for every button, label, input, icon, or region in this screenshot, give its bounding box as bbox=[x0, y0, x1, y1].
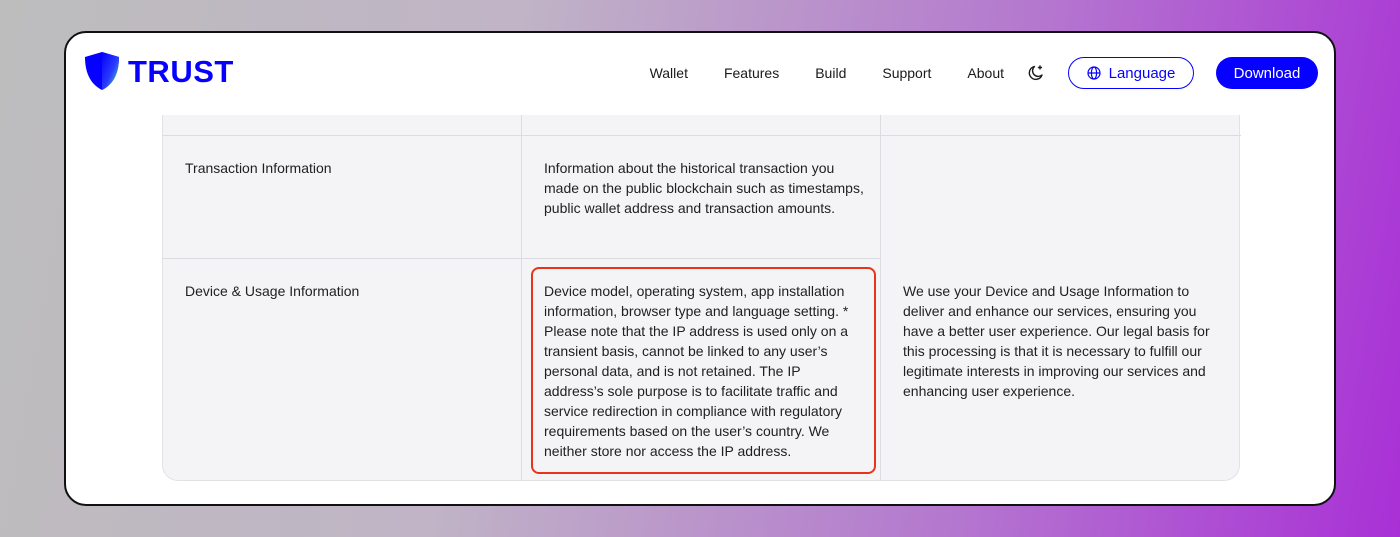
row-divider bbox=[163, 258, 880, 259]
row-label-transaction: Transaction Information bbox=[185, 160, 332, 176]
download-button[interactable]: Download bbox=[1216, 57, 1318, 89]
row-data-transaction: Information about the historical transac… bbox=[544, 160, 864, 216]
row-label-device-usage: Device & Usage Information bbox=[185, 283, 360, 299]
data-collection-table: Transaction Information Information abou… bbox=[162, 115, 1241, 481]
row-divider bbox=[163, 135, 1241, 136]
column-divider bbox=[521, 115, 522, 480]
nav-wallet[interactable]: Wallet bbox=[650, 65, 688, 81]
moon-sparkle-icon bbox=[1028, 65, 1043, 81]
language-button[interactable]: Language bbox=[1068, 57, 1194, 89]
top-navigation-bar: TRUST Wallet Features Build Support Abou… bbox=[66, 33, 1334, 115]
browser-frame: TRUST Wallet Features Build Support Abou… bbox=[64, 31, 1336, 506]
language-label: Language bbox=[1108, 64, 1176, 82]
globe-icon bbox=[1087, 66, 1101, 80]
highlight-box bbox=[531, 267, 876, 474]
column-divider bbox=[880, 115, 881, 480]
nav-features[interactable]: Features bbox=[724, 65, 779, 81]
nav-build[interactable]: Build bbox=[815, 65, 846, 81]
trust-logo[interactable]: TRUST bbox=[84, 51, 234, 91]
main-nav: Wallet Features Build Support About Lang… bbox=[650, 57, 1318, 89]
theme-toggle-button[interactable] bbox=[1026, 63, 1046, 83]
nav-about[interactable]: About bbox=[967, 65, 1004, 81]
shield-logo-icon bbox=[85, 52, 119, 90]
row-purpose-device-usage: We use your Device and Usage Information… bbox=[903, 283, 1210, 399]
nav-support[interactable]: Support bbox=[882, 65, 931, 81]
brand-name: TRUST bbox=[128, 53, 234, 89]
